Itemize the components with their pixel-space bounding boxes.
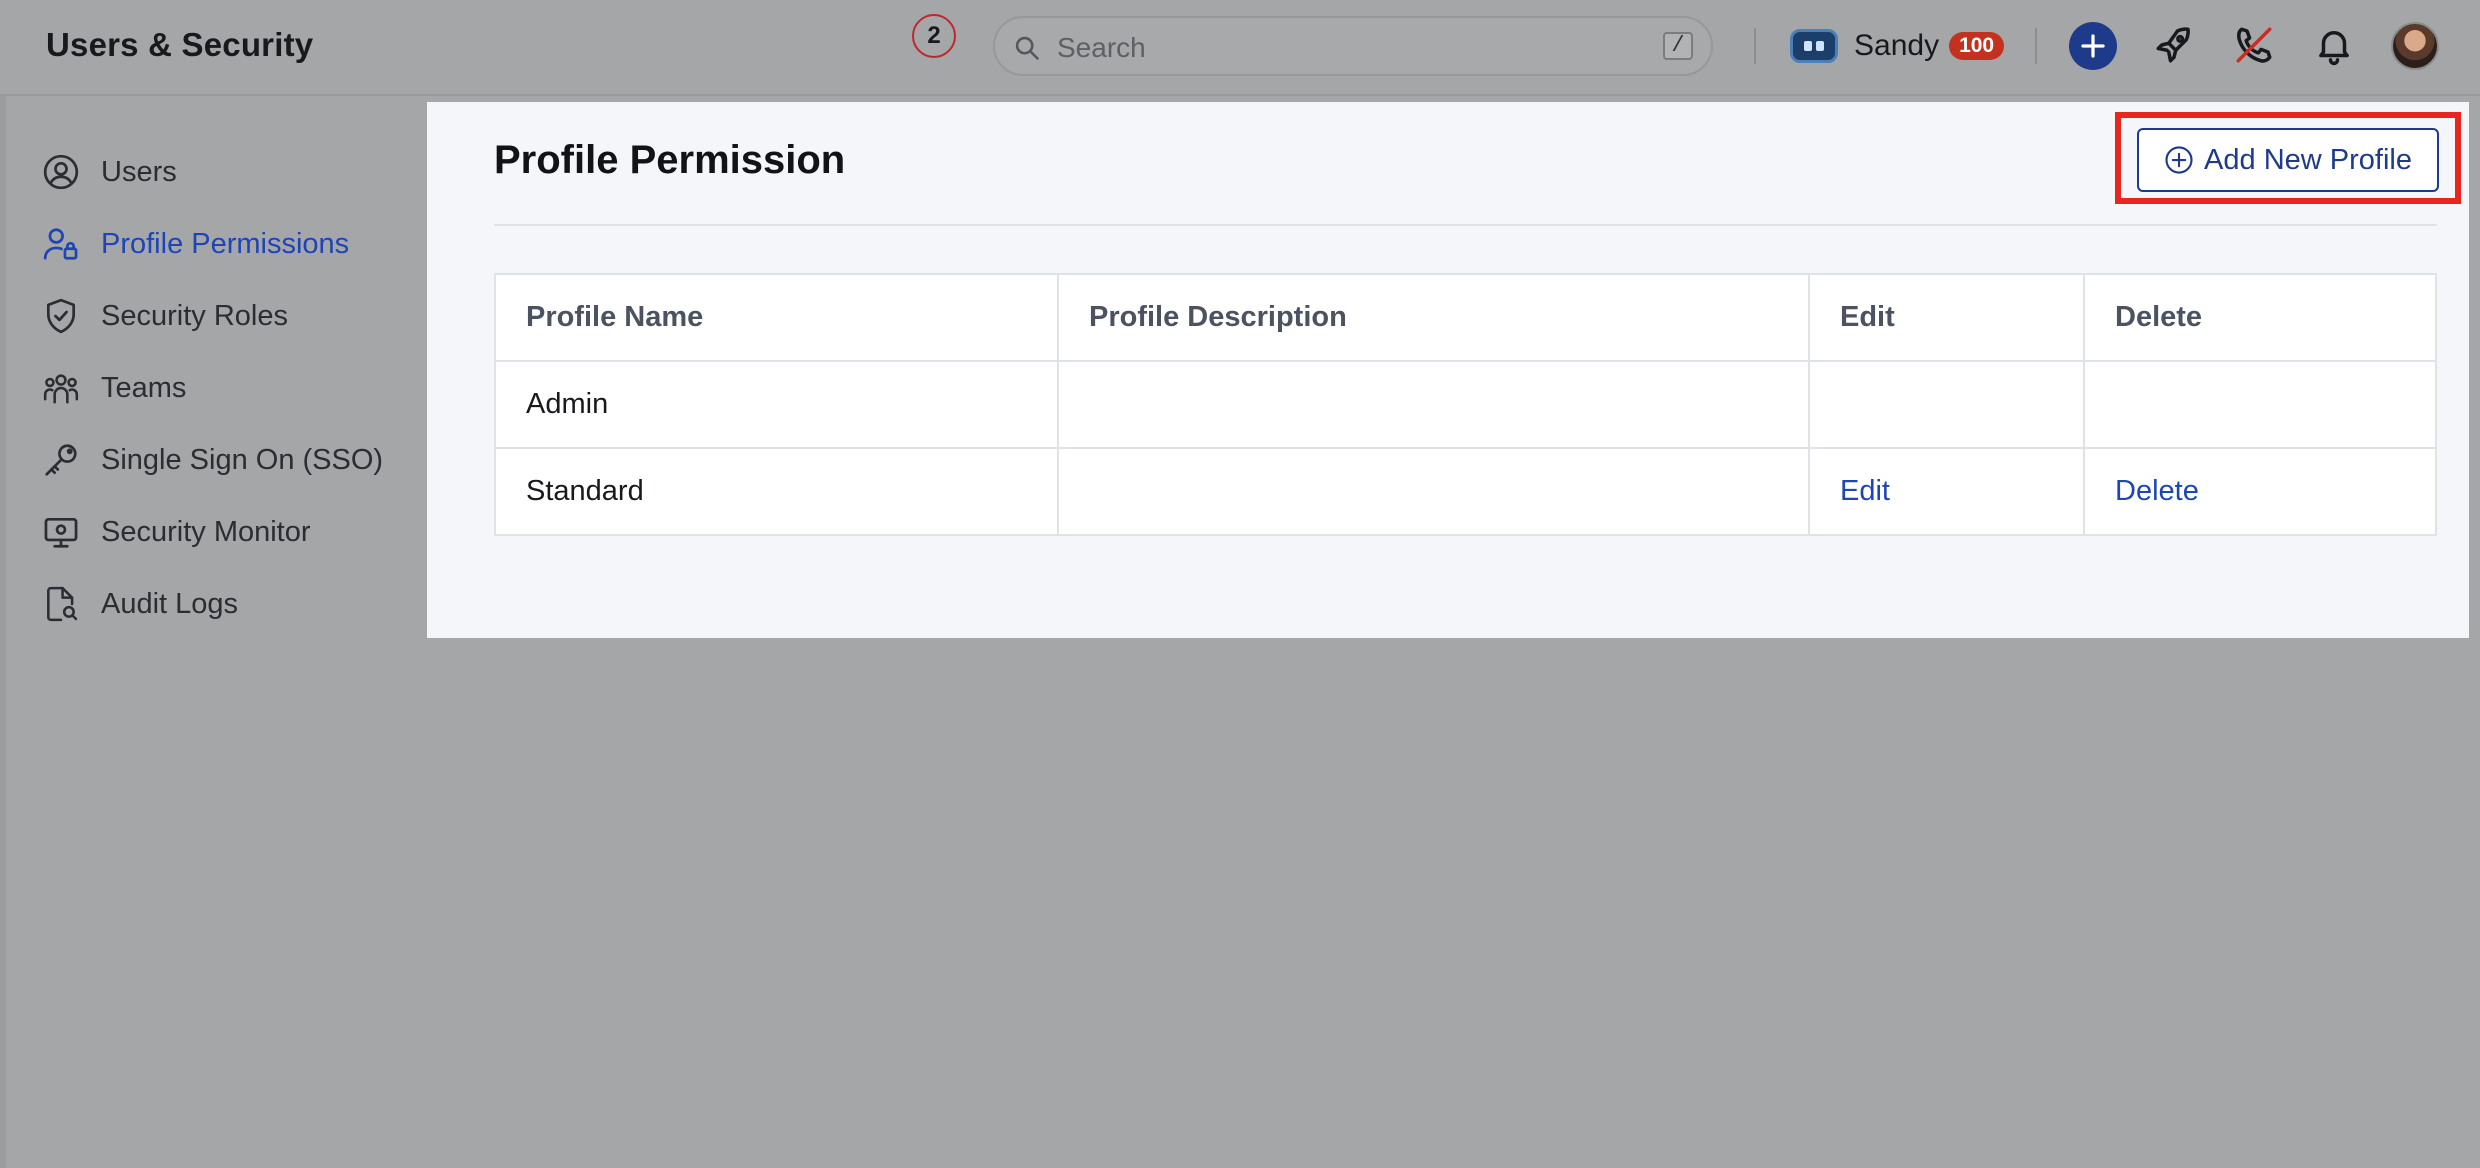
search-input[interactable] xyxy=(1055,28,1619,68)
profile-description-cell xyxy=(1057,360,1810,449)
table-row: Admin xyxy=(494,360,2437,449)
table-row: Standard Edit Delete xyxy=(494,447,2437,536)
shield-check-icon xyxy=(46,298,76,334)
sidebar-item-teams[interactable]: Teams xyxy=(42,364,186,412)
sidebar-item-sso[interactable]: Single Sign On (SSO) xyxy=(42,436,383,484)
delete-cell xyxy=(2083,360,2437,449)
sidebar-item-label: Teams xyxy=(101,371,187,404)
main-panel: Profile Permission Add New Profile Profi… xyxy=(427,102,2469,638)
page-title: Profile Permission xyxy=(494,138,846,182)
team-icon xyxy=(43,374,79,404)
edit-cell: Edit xyxy=(1808,447,2085,536)
app-title: Users & Security xyxy=(46,26,314,63)
divider xyxy=(494,224,2437,226)
bell-icon[interactable] xyxy=(2313,24,2355,66)
profile-table: Profile Name Profile Description Edit De… xyxy=(494,273,2437,536)
profile-name-cell: Admin xyxy=(494,360,1059,449)
sidebar-item-security-monitor[interactable]: Security Monitor xyxy=(42,508,311,556)
sidebar-item-label: Security Roles xyxy=(101,299,288,332)
column-header-edit: Edit xyxy=(1808,273,2085,362)
user-chip[interactable]: Sandy 100 xyxy=(1790,26,2005,66)
sidebar-item-label: Audit Logs xyxy=(101,587,239,620)
search-box[interactable]: / xyxy=(993,16,1713,76)
edit-link[interactable]: Edit xyxy=(1840,475,1890,507)
delete-link[interactable]: Delete xyxy=(2115,475,2199,507)
monitor-icon xyxy=(44,517,78,548)
credit-badge: 100 xyxy=(1949,32,2005,60)
add-new-profile-button[interactable]: Add New Profile xyxy=(2137,128,2439,192)
phone-off-icon[interactable] xyxy=(2233,24,2275,66)
step-badge: 2 xyxy=(912,14,956,58)
column-header-delete: Delete xyxy=(2083,273,2437,362)
plus-icon xyxy=(2081,34,2105,58)
user-name: Sandy xyxy=(1854,29,1940,62)
sidebar-item-label: Users xyxy=(101,155,177,188)
sidebar-item-label: Profile Permissions xyxy=(101,227,350,260)
delete-cell: Delete xyxy=(2083,447,2437,536)
table-header-row: Profile Name Profile Description Edit De… xyxy=(494,273,2437,362)
search-icon xyxy=(1015,36,1039,60)
avatar[interactable] xyxy=(2391,22,2439,70)
header-divider xyxy=(1754,28,1756,64)
user-circle-icon xyxy=(43,154,79,190)
circle-plus-icon xyxy=(2165,146,2193,174)
sidebar-item-users[interactable]: Users xyxy=(42,148,177,196)
profile-name-cell: Standard xyxy=(494,447,1059,536)
edit-cell xyxy=(1808,360,2085,449)
sidebar-item-label: Security Monitor xyxy=(101,515,311,548)
bot-icon xyxy=(1790,29,1838,63)
user-lock-icon xyxy=(43,228,78,260)
create-plus-button[interactable] xyxy=(2069,22,2117,70)
add-new-profile-label: Add New Profile xyxy=(2204,143,2412,176)
sidebar-item-audit-logs[interactable]: Audit Logs xyxy=(42,580,238,628)
search-shortcut-key: / xyxy=(1663,32,1693,60)
rocket-icon[interactable] xyxy=(2153,24,2195,66)
key-icon xyxy=(45,444,77,476)
sidebar-item-label: Single Sign On (SSO) xyxy=(101,443,384,476)
window-edge xyxy=(0,0,6,1168)
column-header-profile-description: Profile Description xyxy=(1057,273,1810,362)
top-bar: Users & Security 2 / Sandy 100 xyxy=(0,0,2480,96)
document-search-icon xyxy=(47,586,78,622)
sidebar-item-profile-permissions[interactable]: Profile Permissions xyxy=(42,220,349,268)
profile-description-cell xyxy=(1057,447,1810,536)
column-header-profile-name: Profile Name xyxy=(494,273,1059,362)
sidebar-item-security-roles[interactable]: Security Roles xyxy=(42,292,288,340)
header-divider xyxy=(2035,28,2037,64)
